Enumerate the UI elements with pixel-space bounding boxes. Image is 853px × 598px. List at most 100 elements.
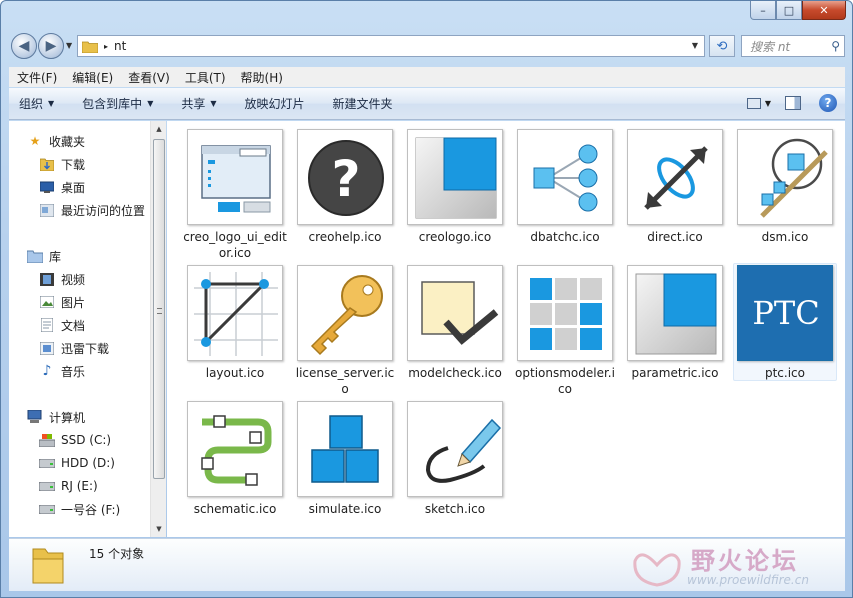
folder-icon — [32, 548, 64, 584]
file-name: simulate.ico — [308, 502, 382, 516]
nav-item-label: 音乐 — [61, 364, 86, 379]
nav-item-drive-f[interactable]: 一号谷 (F:) — [39, 498, 120, 520]
file-item[interactable]: license_server.ico — [293, 265, 397, 397]
file-name: dsm.ico — [761, 230, 809, 244]
nav-item-downloads[interactable]: 下载 — [39, 153, 85, 175]
breadcrumb-separator[interactable]: ▸ — [104, 42, 108, 51]
include-in-library-label: 包含到库中 — [82, 97, 143, 111]
view-controls: ▼ ? — [746, 94, 837, 112]
new-folder-button[interactable]: 新建文件夹 — [333, 95, 393, 112]
file-item[interactable]: dbatchc.ico — [513, 129, 617, 245]
file-item[interactable]: dsm.ico — [733, 129, 837, 245]
nav-item-recent-places[interactable]: 最近访问的位置 — [39, 199, 145, 221]
file-name: modelcheck.ico — [408, 366, 502, 380]
nav-item-videos[interactable]: 视频 — [39, 268, 85, 290]
minimize-button[interactable]: – — [750, 1, 776, 20]
file-item[interactable]: sketch.ico — [403, 401, 507, 517]
nav-item-label: RJ (E:) — [61, 479, 98, 493]
nav-item-label: 下载 — [61, 157, 86, 172]
scroll-up-icon[interactable]: ▲ — [151, 121, 167, 137]
navigation-row: ◀ ▶ ▼ ▸ nt ▼ ⟲ 搜索 nt ⚲ — [9, 31, 845, 61]
nav-computer-label: 计算机 — [49, 410, 86, 425]
nav-favorites[interactable]: ★ 收藏夹 — [27, 130, 85, 152]
help-icon[interactable]: ? — [819, 94, 837, 112]
scroll-down-icon[interactable]: ▼ — [151, 521, 167, 537]
change-view-icon[interactable] — [746, 97, 761, 109]
schematic-pipe-icon — [187, 401, 283, 497]
share-label: 共享 — [181, 97, 206, 111]
nav-item-drive-d[interactable]: HDD (D:) — [39, 452, 115, 474]
key-icon — [297, 265, 393, 361]
file-item[interactable]: creologo.ico — [403, 129, 507, 245]
pictures-icon — [39, 295, 55, 309]
file-item[interactable]: parametric.ico — [623, 265, 727, 381]
menu-view[interactable]: 查看(V) — [128, 69, 170, 86]
menu-file[interactable]: 文件(F) — [17, 69, 57, 86]
recent-pages-dropdown[interactable]: ▼ — [66, 41, 72, 50]
refresh-button[interactable]: ⟲ — [709, 35, 735, 57]
nav-scrollbar[interactable]: ▲ ▼ — [150, 121, 166, 537]
grip-icon — [157, 308, 162, 314]
file-item[interactable]: creo_logo_ui_editor.ico — [183, 129, 287, 261]
butterfly-logo-icon — [633, 553, 681, 587]
nav-item-music[interactable]: ♪ 音乐 — [39, 360, 85, 382]
view-options-dropdown[interactable]: ▼ — [765, 99, 771, 108]
nav-item-thunder-downloads[interactable]: 迅雷下载 — [39, 337, 109, 359]
back-arrow-icon: ◀ — [18, 38, 30, 54]
nav-libraries[interactable]: 库 — [27, 245, 61, 267]
address-bar[interactable]: ▸ nt ▼ — [77, 35, 705, 57]
nav-computer[interactable]: 计算机 — [27, 406, 85, 428]
help-question-icon: ? — [297, 129, 393, 225]
nav-item-pictures[interactable]: 图片 — [39, 291, 85, 313]
nav-item-label: HDD (D:) — [61, 456, 115, 470]
maximize-button[interactable]: □ — [776, 1, 802, 20]
forward-button[interactable]: ▶ — [38, 33, 64, 59]
nav-item-drive-c[interactable]: SSD (C:) — [39, 429, 111, 451]
include-in-library-button[interactable]: 包含到库中 ▼ — [82, 95, 153, 112]
watermark-url: www.proewildfire.cn — [687, 573, 809, 587]
organize-button[interactable]: 组织 ▼ — [19, 95, 54, 112]
file-item[interactable]: simulate.ico — [293, 401, 397, 517]
thunder-download-icon — [39, 341, 55, 355]
file-name: sketch.ico — [424, 502, 486, 516]
breadcrumb-current[interactable]: nt — [114, 39, 126, 53]
file-item[interactable]: direct.ico — [623, 129, 727, 245]
file-item[interactable]: ? creohelp.ico — [293, 129, 397, 245]
address-dropdown-icon[interactable]: ▼ — [692, 41, 698, 50]
watermark-title: 野火论坛 — [691, 547, 799, 575]
search-icon[interactable]: ⚲ — [831, 39, 840, 53]
preview-pane-icon[interactable] — [785, 96, 801, 110]
menu-edit[interactable]: 编辑(E) — [72, 69, 113, 86]
menu-help[interactable]: 帮助(H) — [241, 69, 283, 86]
chevron-down-icon: ▼ — [48, 99, 55, 108]
file-item[interactable]: schematic.ico — [183, 401, 287, 517]
search-input[interactable]: 搜索 nt ⚲ — [741, 35, 845, 57]
chevron-down-icon: ▼ — [147, 99, 154, 108]
desktop-icon — [39, 180, 55, 194]
file-name: ptc.ico — [764, 366, 805, 380]
nav-item-label: 最近访问的位置 — [61, 203, 146, 218]
file-item-selected[interactable]: PTC ptc.ico — [733, 263, 837, 381]
recent-places-icon — [39, 203, 55, 217]
menu-bar: 文件(F) 编辑(E) 查看(V) 工具(T) 帮助(H) — [9, 67, 845, 87]
file-item[interactable]: optionsmodeler.ico — [513, 265, 617, 397]
file-item[interactable]: layout.ico — [183, 265, 287, 381]
item-count: 15 个对象 — [89, 547, 145, 561]
ptc-logo-icon: PTC — [737, 265, 833, 361]
hard-drive-icon — [39, 502, 55, 516]
file-name: parametric.ico — [631, 366, 719, 380]
ptc-logo-text: PTC — [752, 294, 819, 332]
command-bar: 组织 ▼ 包含到库中 ▼ 共享 ▼ 放映幻灯片 新建文件夹 ▼ ? — [9, 88, 845, 120]
slideshow-button[interactable]: 放映幻灯片 — [245, 95, 305, 112]
status-bar: 15 个对象 野火论坛 www.proewildfire.cn — [9, 538, 845, 591]
file-item[interactable]: modelcheck.ico — [403, 265, 507, 381]
share-button[interactable]: 共享 ▼ — [181, 95, 216, 112]
nav-item-drive-e[interactable]: RJ (E:) — [39, 475, 98, 497]
svg-text:?: ? — [331, 150, 360, 208]
nav-item-documents[interactable]: 文档 — [39, 314, 85, 336]
nav-item-desktop[interactable]: 桌面 — [39, 176, 85, 198]
back-button[interactable]: ◀ — [11, 33, 37, 59]
scroll-thumb[interactable] — [153, 139, 165, 479]
menu-tools[interactable]: 工具(T) — [185, 69, 226, 86]
close-button[interactable]: ✕ — [802, 1, 846, 20]
